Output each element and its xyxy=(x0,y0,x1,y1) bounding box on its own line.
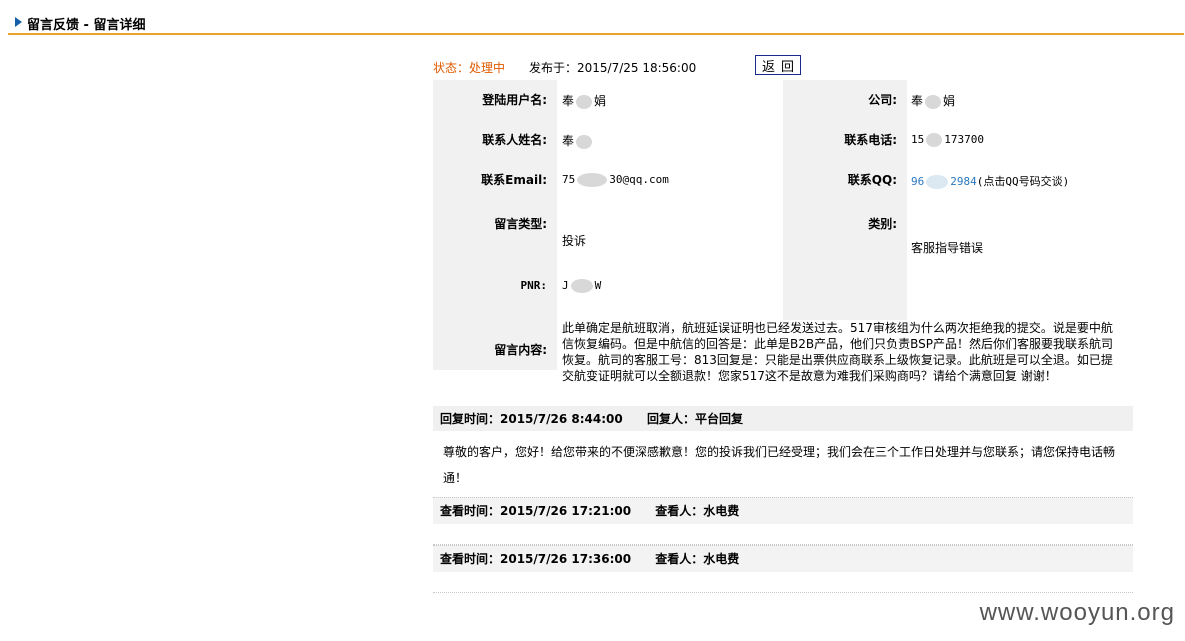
watermark: www.wooyun.org xyxy=(979,599,1175,626)
view-spacer xyxy=(433,572,1133,593)
triangle-right-icon xyxy=(15,17,22,27)
msg-type-label: 留言类型: xyxy=(494,217,547,231)
redacted-blur xyxy=(926,133,943,147)
reply-by: 回复人：平台回复 xyxy=(646,412,743,426)
status-row: 状态：处理中 发布于：2015/7/25 18:56:00 返回 xyxy=(433,55,1133,80)
info-table: 登陆用户名: 奉娟 公司: 奉娟 联系人姓名: 奉 联系电话: 15 173700… xyxy=(433,80,1133,383)
view-spacer xyxy=(433,524,1133,545)
redacted-blur xyxy=(576,94,593,109)
username-label: 登陆用户名: xyxy=(482,93,547,107)
pnr-label: PNR: xyxy=(520,279,548,292)
qq-value: 96 2984(点击QQ号码交谈) xyxy=(911,175,1070,189)
phone-label: 联系电话: xyxy=(844,133,897,147)
view-time: 查看时间：2015/7/26 17:36:00 xyxy=(440,552,632,566)
back-button[interactable]: 返回 xyxy=(755,55,801,75)
company-label: 公司: xyxy=(868,93,897,107)
redacted-blur xyxy=(926,175,949,189)
msg-type-value: 投诉 xyxy=(562,234,587,248)
redacted-blur xyxy=(577,173,608,187)
page-header: 留言反馈 - 留言详细 xyxy=(8,10,1184,35)
message-detail: 状态：处理中 发布于：2015/7/25 18:56:00 返回 登陆用户名: … xyxy=(433,55,1133,593)
qq-label: 联系QQ: xyxy=(847,173,897,187)
view-by: 查看人：水电费 xyxy=(655,504,740,518)
company-value: 奉娟 xyxy=(911,94,956,109)
page-title: 留言反馈 - 留言详细 xyxy=(27,18,146,33)
username-value: 奉娟 xyxy=(562,94,607,109)
contact-name-label: 联系人姓名: xyxy=(482,133,547,147)
category-value: 客服指导错误 xyxy=(911,241,984,255)
view-row: 查看时间：2015/7/26 17:21:00 查看人：水电费 xyxy=(433,497,1133,524)
contact-name-value: 奉 xyxy=(562,132,594,149)
redacted-blur xyxy=(576,134,593,149)
reply-header: 回复时间：2015/7/26 8:44:00 回复人：平台回复 xyxy=(433,406,1133,431)
status-text: 状态：处理中 xyxy=(433,61,506,75)
reply-body: 尊敬的客户，您好！给您带来的不便深感歉意！您的投诉我们已经受理；我们会在三个工作… xyxy=(443,445,1116,485)
phone-value: 15 173700 xyxy=(911,133,984,147)
redacted-blur xyxy=(570,279,593,293)
redacted-blur xyxy=(925,94,942,109)
email-label: 联系Email: xyxy=(481,173,547,187)
posted-time: 发布于：2015/7/25 18:56:00 xyxy=(529,61,697,75)
pnr-value: JW xyxy=(562,279,602,293)
view-row: 查看时间：2015/7/26 17:36:00 查看人：水电费 xyxy=(433,545,1133,572)
view-time: 查看时间：2015/7/26 17:21:00 xyxy=(440,504,632,518)
content-label: 留言内容: xyxy=(494,343,547,357)
category-label: 类别: xyxy=(868,217,897,231)
view-by: 查看人：水电费 xyxy=(655,552,740,566)
email-value: 75 30@qq.com xyxy=(562,173,669,187)
content-value: 此单确定是航班取消，航班延误证明也已经发送过去。517审核组为什么两次拒绝我的提… xyxy=(562,321,1113,383)
reply-time: 回复时间：2015/7/26 8:44:00 xyxy=(440,412,623,426)
qq-link[interactable]: 96 2984 xyxy=(911,175,977,189)
